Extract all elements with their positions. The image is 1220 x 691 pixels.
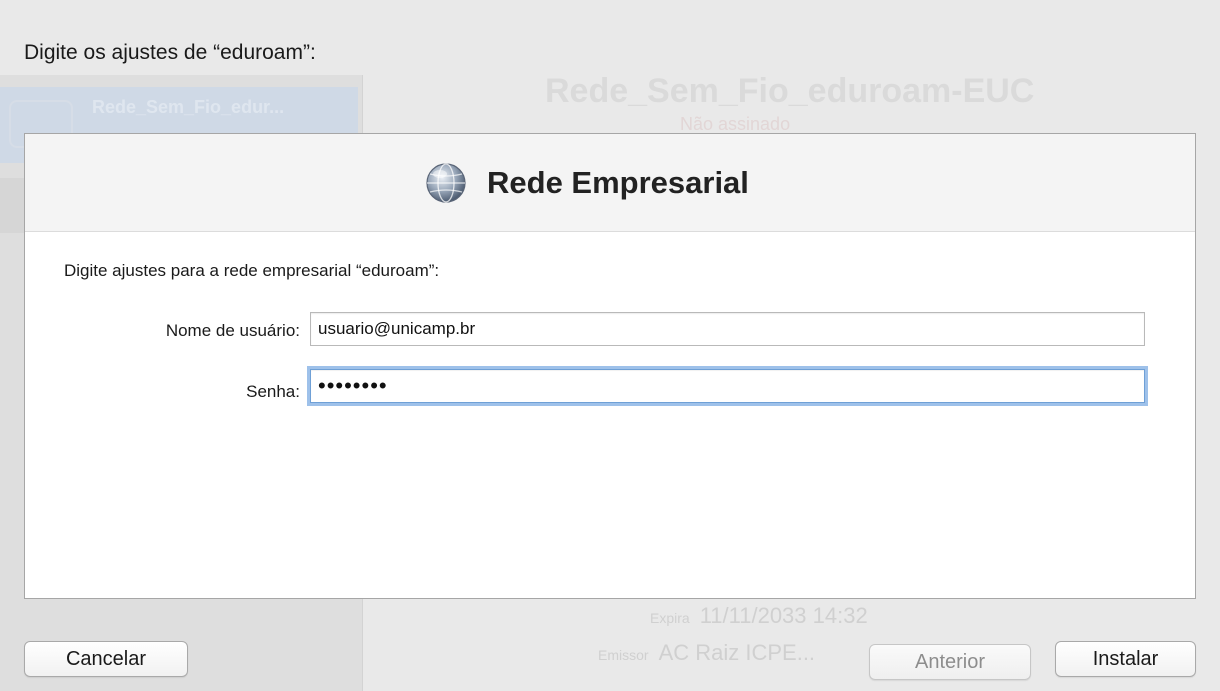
panel-header: Rede Empresarial — [25, 134, 1195, 232]
panel-title-group: Rede Empresarial — [425, 161, 749, 205]
sheet-prompt: Digite os ajustes de “eduroam”: — [24, 41, 316, 64]
background-expires-value: 11/11/2033 14:32 — [699, 603, 868, 628]
background-issuer-row: Emissor AC Raiz ICPE... — [598, 640, 815, 666]
install-button[interactable]: Instalar — [1055, 641, 1196, 677]
background-issuer-value: AC Raiz ICPE... — [658, 640, 816, 665]
enterprise-network-panel: Rede Empresarial Digite ajustes para a r… — [24, 133, 1196, 599]
previous-button[interactable]: Anterior — [869, 644, 1031, 680]
background-expires-row: Expira 11/11/2033 14:32 — [650, 603, 868, 629]
background-expires-key: Expira — [650, 610, 690, 626]
username-label: Nome de usuário: — [165, 321, 300, 340]
background-issuer-key: Emissor — [598, 647, 649, 663]
background-profile-status: Não assinado — [680, 114, 791, 134]
instruction-text: Digite ajustes para a rede empresarial “… — [64, 261, 440, 280]
username-field[interactable] — [310, 312, 1145, 346]
password-field[interactable] — [310, 369, 1145, 403]
background-sidebar-label: Rede_Sem_Fio_edur... — [92, 97, 285, 117]
password-label: Senha: — [246, 382, 300, 401]
globe-icon — [426, 163, 466, 203]
cancel-button[interactable]: Cancelar — [24, 641, 188, 677]
panel-title: Rede Empresarial — [487, 165, 749, 200]
background-profile-title: Rede_Sem_Fio_eduroam-EUC — [545, 72, 1035, 110]
